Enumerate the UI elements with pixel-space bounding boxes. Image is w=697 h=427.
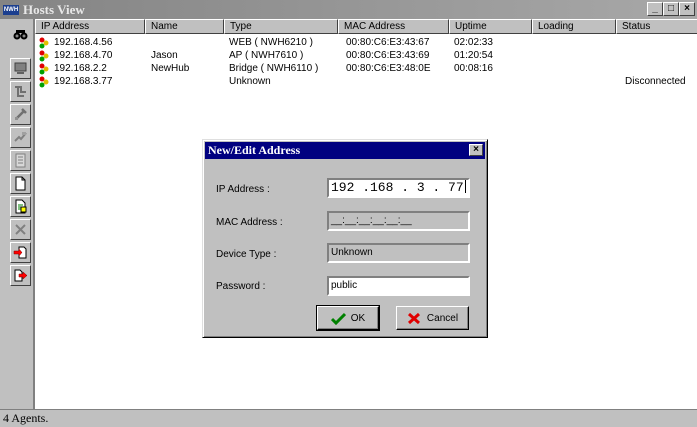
cell-name: Jason (151, 50, 178, 61)
column-header-loading[interactable]: Loading (532, 19, 616, 34)
cell-mac: 00:80:C6:E3:48:0E (346, 63, 431, 74)
cell-mac: 00:80:C6:E3:43:67 (346, 37, 430, 48)
window-title: Hosts View (23, 1, 85, 17)
cancel-button-label: Cancel (426, 312, 459, 324)
device-type-field: Unknown (327, 243, 470, 263)
traffic-light-icon (39, 37, 49, 49)
password-label: Password : (216, 281, 266, 292)
column-header-mac[interactable]: MAC Address (338, 19, 449, 34)
cell-status: Disconnected (625, 76, 686, 87)
traffic-light-icon (39, 76, 49, 88)
minimize-button[interactable]: _ (647, 2, 663, 16)
cell-ip: 192.168.4.70 (54, 50, 113, 61)
export-icon[interactable] (10, 265, 31, 286)
list-header: IP Address Name Type MAC Address Uptime … (35, 19, 697, 34)
delete-icon[interactable] (10, 219, 31, 240)
status-bar: 4 Agents. (0, 409, 697, 427)
dialog-close-button[interactable]: × (469, 144, 483, 156)
traffic-light-icon (39, 50, 49, 62)
tools-icon[interactable] (10, 104, 31, 125)
device-type-label: Device Type : (216, 249, 277, 260)
ok-button-label: OK (350, 312, 366, 324)
edit-document-icon[interactable] (10, 196, 31, 217)
cancel-button[interactable]: Cancel (396, 306, 469, 330)
report-icon[interactable] (10, 150, 31, 171)
dialog-titlebar[interactable]: New/Edit Address × (205, 142, 485, 159)
cell-type: WEB ( NWH6210 ) (229, 37, 313, 48)
cell-ip: 192.168.3.77 (54, 76, 113, 87)
config-icon[interactable] (10, 127, 31, 148)
column-header-uptime[interactable]: Uptime (449, 19, 532, 34)
ip-address-label: IP Address : (216, 184, 270, 195)
column-header-name[interactable]: Name (145, 19, 224, 34)
cell-uptime: 02:02:33 (454, 37, 493, 48)
cell-name: NewHub (151, 63, 190, 74)
window-controls: _ □ × (647, 2, 695, 16)
import-icon[interactable] (10, 242, 31, 263)
table-row[interactable]: 192.168.3.77 Unknown Disconnected (35, 76, 697, 88)
maximize-button[interactable]: □ (663, 2, 679, 16)
network-icon[interactable] (10, 81, 31, 102)
table-row[interactable]: 192.168.4.56 WEB ( NWH6210 ) 00:80:C6:E3… (35, 37, 697, 49)
vertical-toolbar (0, 19, 34, 409)
text-caret (464, 180, 466, 193)
cross-icon (407, 312, 420, 324)
ip-address-value: 192 .168 . 3 . 77 (331, 180, 464, 195)
cell-ip: 192.168.2.2 (54, 63, 107, 74)
new-document-icon[interactable] (10, 173, 31, 194)
password-field[interactable]: public (327, 276, 470, 296)
ok-button[interactable]: OK (316, 305, 380, 331)
monitor-icon[interactable] (10, 58, 31, 79)
mac-address-field[interactable]: __:__:__:__:__:__ (327, 211, 470, 231)
mac-address-label: MAC Address : (216, 217, 283, 228)
window-titlebar[interactable]: NWH Hosts View _ □ × (0, 0, 697, 19)
column-header-type[interactable]: Type (224, 19, 338, 34)
new-edit-address-dialog: New/Edit Address × IP Address : 192 .168… (202, 139, 488, 338)
cell-uptime: 01:20:54 (454, 50, 493, 61)
cell-type: Bridge ( NWH6110 ) (229, 63, 319, 74)
traffic-light-icon (39, 63, 49, 75)
close-button[interactable]: × (679, 2, 695, 16)
table-row[interactable]: 192.168.2.2 NewHub Bridge ( NWH6110 ) 00… (35, 63, 697, 75)
dialog-title: New/Edit Address (208, 143, 301, 157)
find-icon[interactable] (10, 24, 31, 45)
column-header-ip[interactable]: IP Address (35, 19, 145, 34)
hosts-view-window: NWH Hosts View _ □ × IP Address Name Typ… (0, 0, 697, 427)
checkmark-icon (330, 312, 346, 325)
cell-type: Unknown (229, 76, 271, 87)
status-text: 4 Agents. (3, 411, 49, 425)
cell-mac: 00:80:C6:E3:43:69 (346, 50, 430, 61)
table-row[interactable]: 192.168.4.70 Jason AP ( NWH7610 ) 00:80:… (35, 50, 697, 62)
ip-address-field[interactable]: 192 .168 . 3 . 77 (327, 178, 470, 198)
app-icon: NWH (3, 4, 19, 15)
cell-type: AP ( NWH7610 ) (229, 50, 304, 61)
cell-ip: 192.168.4.56 (54, 37, 113, 48)
cell-uptime: 00:08:16 (454, 63, 493, 74)
column-header-status[interactable]: Status (616, 19, 697, 34)
